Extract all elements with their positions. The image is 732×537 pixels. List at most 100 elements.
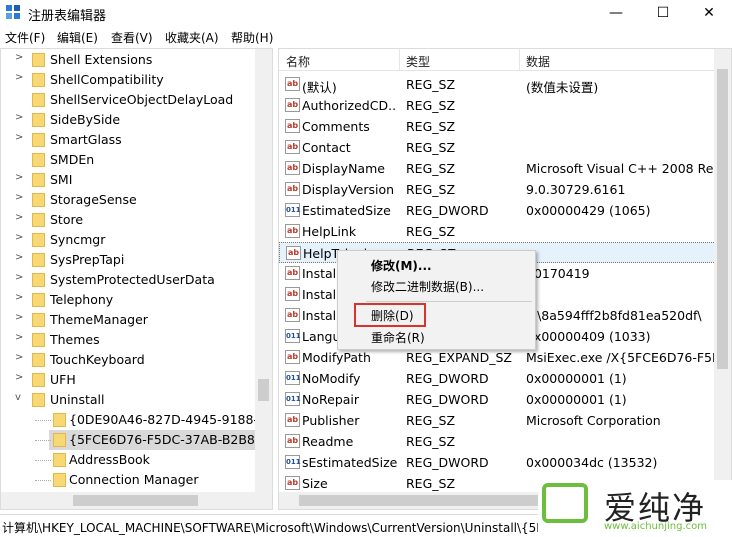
value-row[interactable]: ab Comments REG_SZ <box>279 116 716 137</box>
collapse-chevron-icon[interactable]: v <box>15 392 21 403</box>
expand-chevron-icon[interactable]: > <box>15 312 23 323</box>
value-type: REG_SZ <box>406 140 456 155</box>
value-row[interactable]: 011 sEstimatedSize2 REG_DWORD 0x000034dc… <box>279 452 716 473</box>
tree-item[interactable]: SMDEn <box>1 150 256 170</box>
value-row[interactable]: ab Publisher REG_SZ Microsoft Corporatio… <box>279 410 716 431</box>
tree-item[interactable]: > SideBySide <box>1 110 256 130</box>
menu-item-modify[interactable]: 修改(M)... <box>371 257 432 274</box>
value-type: REG_EXPAND_SZ <box>406 350 512 365</box>
tree-item[interactable]: > SysPrepTapi <box>1 250 256 270</box>
value-data: 0x00000429 (1065) <box>526 203 651 218</box>
tree-item[interactable]: ShellServiceObjectDelayLoad <box>1 90 256 110</box>
value-name: Readme <box>302 434 354 449</box>
tree-item[interactable]: > TouchKeyboard <box>1 350 256 370</box>
value-row[interactable]: ab ModifyPath REG_EXPAND_SZ MsiExec.exe … <box>279 347 716 368</box>
tree-item[interactable]: > SystemProtectedUserData <box>1 270 256 290</box>
maximize-button[interactable]: ☐ <box>640 0 686 26</box>
tree-item[interactable]: > Shell Extensions <box>1 50 256 70</box>
value-row[interactable]: ab HelpLink REG_SZ <box>279 221 716 242</box>
string-value-icon: ab <box>285 308 300 322</box>
scroll-thumb[interactable] <box>299 495 549 506</box>
string-value-icon: ab <box>285 77 300 91</box>
minimize-button[interactable]: — <box>593 0 639 26</box>
expand-chevron-icon[interactable]: > <box>15 52 23 63</box>
value-row[interactable]: ab AuthorizedCD... REG_SZ <box>279 95 716 116</box>
folder-icon <box>53 473 66 487</box>
expand-chevron-icon[interactable]: > <box>15 132 23 143</box>
value-row[interactable]: ab DisplayVersion REG_SZ 9.0.30729.6161 <box>279 179 716 200</box>
value-type: REG_DWORD <box>406 371 489 386</box>
expand-chevron-icon[interactable]: > <box>15 112 23 123</box>
folder-icon <box>32 393 45 407</box>
scroll-thumb[interactable] <box>717 69 728 369</box>
expand-chevron-icon[interactable]: > <box>15 292 23 303</box>
column-divider[interactable] <box>399 49 400 71</box>
tree-item[interactable]: > SMI <box>1 170 256 190</box>
folder-icon <box>32 53 45 67</box>
value-row[interactable]: ab DisplayName REG_SZ Microsoft Visual C… <box>279 158 716 179</box>
binary-value-icon: 011 <box>285 329 301 343</box>
column-type[interactable]: 类型 <box>406 53 430 70</box>
value-row[interactable]: 011 NoModify REG_DWORD 0x00000001 (1) <box>279 368 716 389</box>
value-type: REG_SZ <box>406 476 456 491</box>
menu-item-modify-binary[interactable]: 修改二进制数据(B)... <box>371 278 484 295</box>
tree-item[interactable]: > ThemeManager <box>1 310 256 330</box>
tree-item[interactable]: > Syncmgr <box>1 230 256 250</box>
expand-chevron-icon[interactable]: > <box>15 232 23 243</box>
value-row[interactable]: ab Readme REG_SZ <box>279 431 716 452</box>
expand-chevron-icon[interactable]: > <box>15 352 23 363</box>
tree-item[interactable]: AddressBook <box>1 450 256 470</box>
value-name: Comments <box>302 119 370 134</box>
value-name: EstimatedSize <box>302 203 391 218</box>
expand-chevron-icon[interactable]: > <box>15 192 23 203</box>
expand-chevron-icon[interactable]: > <box>15 252 23 263</box>
column-data[interactable]: 数据 <box>526 53 550 70</box>
value-row[interactable]: ab (默认) REG_SZ (数值未设置) <box>279 74 716 95</box>
expand-chevron-icon[interactable]: > <box>15 212 23 223</box>
menu-file[interactable]: 文件(F) <box>5 29 45 46</box>
tree-item[interactable]: > ShellCompatibility <box>1 70 256 90</box>
value-data: (数值未设置) <box>526 80 599 95</box>
menu-help[interactable]: 帮助(H) <box>231 29 273 46</box>
value-row[interactable]: 011 NoRepair REG_DWORD 0x00000001 (1) <box>279 389 716 410</box>
expand-chevron-icon[interactable]: > <box>15 372 23 383</box>
folder-icon <box>32 233 45 247</box>
tree-item-label: SideBySide <box>50 112 121 127</box>
menu-item-delete[interactable]: 删除(D) <box>371 307 414 324</box>
menu-edit[interactable]: 编辑(E) <box>57 29 98 46</box>
tree-item[interactable]: {0DE90A46-827D-4945-9188-877 <box>1 410 272 430</box>
menu-view[interactable]: 查看(V) <box>111 29 153 46</box>
scroll-thumb[interactable] <box>258 379 269 401</box>
value-row[interactable]: 011 EstimatedSize REG_DWORD 0x00000429 (… <box>279 200 716 221</box>
tree-vertical-scrollbar[interactable] <box>255 49 272 492</box>
tree-item-label: Store <box>50 212 84 227</box>
expand-chevron-icon[interactable]: > <box>15 72 23 83</box>
value-name: Contact <box>302 140 351 155</box>
tree-item[interactable]: Connection Manager <box>1 470 256 490</box>
tree-item[interactable]: > Store <box>1 210 256 230</box>
tree-item[interactable]: > Themes <box>1 330 256 350</box>
value-name: ModifyPath <box>302 350 371 365</box>
close-button[interactable]: ✕ <box>686 0 732 26</box>
tree-item[interactable]: > StorageSense <box>1 190 256 210</box>
tree-horizontal-scrollbar[interactable] <box>1 492 272 509</box>
tree-item[interactable]: > UFH <box>1 370 256 390</box>
column-name[interactable]: 名称 <box>286 53 310 70</box>
expand-chevron-icon[interactable]: > <box>15 332 23 343</box>
folder-icon <box>32 73 45 87</box>
tree-item[interactable]: v Uninstall <box>1 390 256 410</box>
tree-item[interactable]: > SmartGlass <box>1 130 256 150</box>
values-vertical-scrollbar[interactable] <box>714 49 731 492</box>
folder-icon <box>32 273 45 287</box>
value-data: Microsoft Visual C++ 2008 Redis <box>526 161 716 176</box>
scroll-thumb[interactable] <box>73 495 198 506</box>
column-divider[interactable] <box>519 49 520 71</box>
expand-chevron-icon[interactable]: > <box>15 172 23 183</box>
folder-icon <box>32 193 45 207</box>
tree-item[interactable]: > Telephony <box>1 290 256 310</box>
expand-chevron-icon[interactable]: > <box>15 272 23 283</box>
menu-favorites[interactable]: 收藏夹(A) <box>165 29 219 46</box>
menu-item-rename[interactable]: 重命名(R) <box>371 329 425 346</box>
tree-item[interactable]: {5FCE6D76-F5DC-37AB-B2B8-22 <box>35 430 272 450</box>
value-row[interactable]: ab Contact REG_SZ <box>279 137 716 158</box>
